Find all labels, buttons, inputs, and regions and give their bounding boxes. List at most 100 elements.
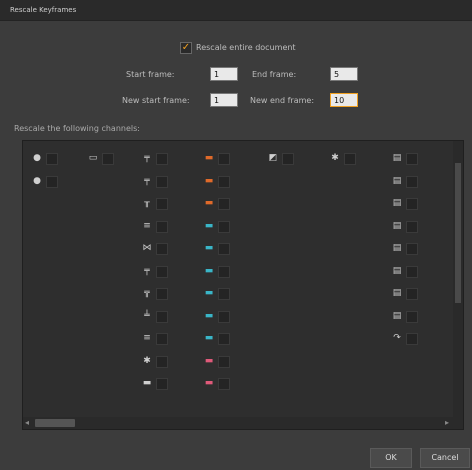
channel-checkbox[interactable] <box>156 288 168 300</box>
channel-toggle[interactable]: ↷ <box>391 331 425 345</box>
object-icon: ● <box>33 175 41 186</box>
channel-checkbox[interactable] <box>406 243 418 255</box>
channel-toggle[interactable]: ✱ <box>329 151 363 165</box>
channel-checkbox[interactable] <box>406 310 418 323</box>
start-frame-field[interactable]: 1 <box>210 67 238 81</box>
document-icon: ▤ <box>392 198 402 208</box>
channel-toggle[interactable]: ▬ <box>203 241 237 255</box>
channel-checkbox[interactable] <box>406 175 418 188</box>
gear-icon: ✱ <box>331 153 339 163</box>
bone-icon: ╤ <box>144 175 150 186</box>
channel-checkbox[interactable] <box>46 153 58 165</box>
ok-button[interactable]: OK <box>370 448 412 468</box>
channel-toggle[interactable]: ╤ <box>141 151 175 165</box>
channel-toggle[interactable]: ⋈ <box>141 241 175 255</box>
channel-checkbox[interactable] <box>156 355 168 368</box>
channel-checkbox[interactable] <box>102 153 114 165</box>
rescale-entire-checkbox[interactable]: ✓ <box>180 42 192 54</box>
channel-toggle[interactable]: ╤ <box>141 264 175 278</box>
channel-toggle[interactable]: ▤ <box>391 241 425 255</box>
channel-checkbox[interactable] <box>46 175 58 188</box>
channel-toggle[interactable]: ╤ <box>141 174 175 188</box>
channel-checkbox[interactable] <box>406 198 418 210</box>
channel-checkbox[interactable] <box>406 333 418 345</box>
channel-toggle[interactable]: ▤ <box>391 264 425 278</box>
bone-icon: ╥ <box>144 198 150 208</box>
channel-checkbox[interactable] <box>218 355 230 368</box>
channel-toggle[interactable]: ╦ <box>141 286 175 300</box>
channel-checkbox[interactable] <box>406 265 418 278</box>
vertical-scrollbar[interactable] <box>453 141 463 417</box>
channel-toggle[interactable]: ▬ <box>203 286 237 300</box>
channel-checkbox[interactable] <box>156 378 168 390</box>
channel-checkbox[interactable] <box>156 310 168 323</box>
new-end-frame-field[interactable]: 10 <box>330 93 358 107</box>
end-frame-field[interactable]: 5 <box>330 67 358 81</box>
channel-toggle[interactable]: ◩ <box>267 151 301 165</box>
channel-toggle[interactable]: ● <box>31 174 65 188</box>
channel-toggle[interactable]: ▬ <box>203 174 237 188</box>
channel-toggle[interactable]: ▬ <box>203 196 237 210</box>
channel-checkbox[interactable] <box>156 265 168 278</box>
channel-toggle[interactable]: ▤ <box>391 151 425 165</box>
channel-toggle[interactable]: ╥ <box>141 196 175 210</box>
channel-toggle[interactable]: ╧ <box>141 309 175 323</box>
channel-checkbox[interactable] <box>218 175 230 188</box>
bow-icon: ▬ <box>204 175 214 186</box>
channel-checkbox[interactable] <box>218 153 230 165</box>
channel-checkbox[interactable] <box>156 243 168 255</box>
document-icon: ↷ <box>393 333 401 343</box>
channel-toggle[interactable]: ▤ <box>391 196 425 210</box>
channel-checkbox[interactable] <box>156 198 168 210</box>
channel-checkbox[interactable] <box>406 153 418 165</box>
channel-checkbox[interactable] <box>156 153 168 165</box>
channel-toggle[interactable]: ≡ <box>141 219 175 233</box>
channel-toggle[interactable]: ▬ <box>203 331 237 345</box>
new-start-frame-field[interactable]: 1 <box>210 93 238 107</box>
channel-checkbox[interactable] <box>344 153 356 165</box>
channel-toggle[interactable]: ▬ <box>203 309 237 323</box>
scroll-right-arrow-icon[interactable]: ▸ <box>445 418 449 427</box>
channel-checkbox[interactable] <box>218 333 230 345</box>
channel-checkbox[interactable] <box>218 378 230 390</box>
vertical-scroll-thumb[interactable] <box>455 163 461 303</box>
channel-toggle[interactable]: ▬ <box>203 376 237 390</box>
bow-icon: ▬ <box>204 355 214 366</box>
bone-icon: ≡ <box>143 333 151 343</box>
channel-toggle[interactable]: ▬ <box>203 264 237 278</box>
rescale-entire-label: Rescale entire document <box>196 43 296 52</box>
channel-toggle[interactable]: ▬ <box>203 151 237 165</box>
channel-checkbox[interactable] <box>406 288 418 300</box>
channel-toggle[interactable]: ● <box>31 151 65 165</box>
channel-checkbox[interactable] <box>218 288 230 300</box>
channel-checkbox[interactable] <box>156 175 168 188</box>
channel-checkbox[interactable] <box>218 265 230 278</box>
horizontal-scroll-thumb[interactable] <box>35 419 75 427</box>
horizontal-scrollbar[interactable]: ◂ ▸ <box>23 417 463 429</box>
channel-toggle[interactable]: ≡ <box>141 331 175 345</box>
channel-toggle[interactable]: ✱ <box>141 354 175 368</box>
channel-checkbox[interactable] <box>156 220 168 233</box>
document-icon: ▤ <box>392 153 402 163</box>
channel-checkbox[interactable] <box>218 198 230 210</box>
channel-toggle[interactable]: ▤ <box>391 174 425 188</box>
channel-toggle[interactable]: ▭ <box>87 151 121 165</box>
channel-toggle[interactable]: ▤ <box>391 219 425 233</box>
channel-toggle[interactable]: ▬ <box>203 219 237 233</box>
channel-checkbox[interactable] <box>282 153 294 165</box>
channel-checkbox[interactable] <box>406 220 418 233</box>
channels-panel: ●●▭╤╤╥≡⋈╤╦╧≡✱▬▬▬▬▬▬▬▬▬▬▬▬◩✱▤▤▤▤▤▤▤▤↷╡╡╡ … <box>22 140 464 430</box>
channel-toggle[interactable]: ▤ <box>391 309 425 323</box>
bow-icon: ▬ <box>204 333 214 343</box>
channel-toggle[interactable]: ▬ <box>141 376 175 390</box>
channel-toggle[interactable]: ▬ <box>203 354 237 368</box>
cancel-button[interactable]: Cancel <box>420 448 470 468</box>
channel-checkbox[interactable] <box>218 310 230 323</box>
bone-icon: ⋈ <box>142 243 152 253</box>
channel-checkbox[interactable] <box>218 243 230 255</box>
channel-checkbox[interactable] <box>218 220 230 233</box>
scroll-left-arrow-icon[interactable]: ◂ <box>25 418 29 427</box>
channel-checkbox[interactable] <box>156 333 168 345</box>
object-icon: ● <box>33 153 41 163</box>
channel-toggle[interactable]: ▤ <box>391 286 425 300</box>
